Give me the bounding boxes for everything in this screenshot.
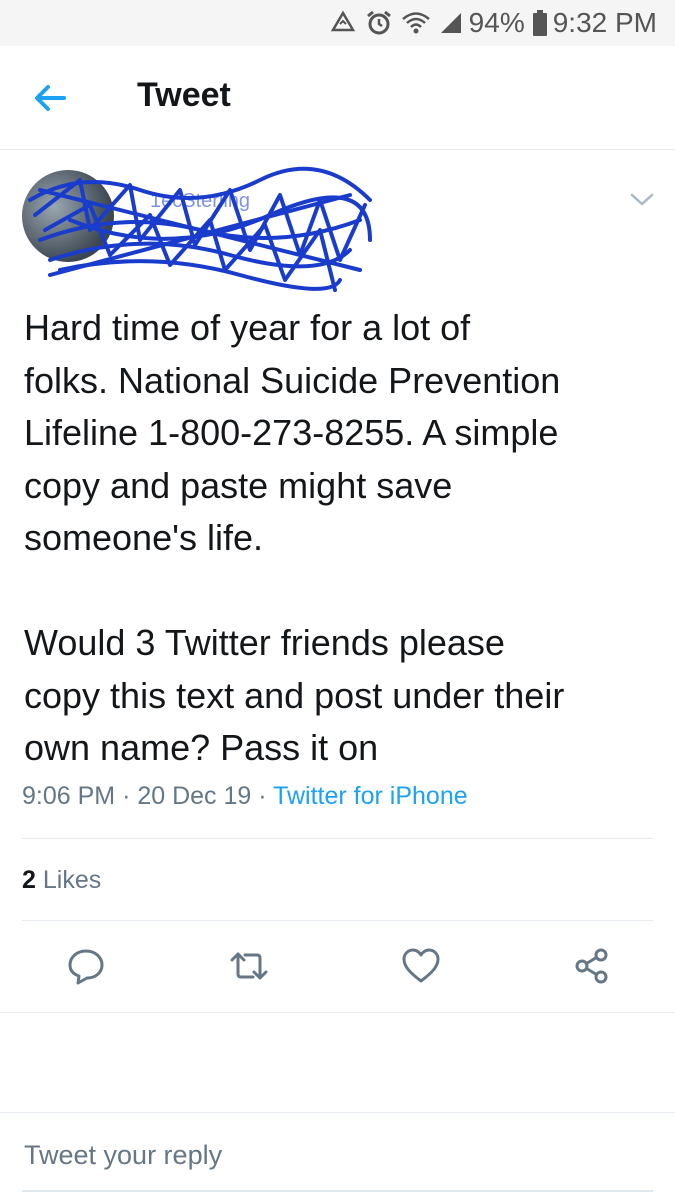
header: Tweet	[0, 46, 675, 150]
back-arrow-icon[interactable]	[30, 78, 70, 118]
battery-icon	[532, 10, 547, 36]
tweet-source-link[interactable]: Twitter for iPhone	[273, 782, 468, 810]
tweet-date: 20 Dec 19	[137, 782, 252, 810]
likes-stat[interactable]: 2 Likes	[22, 866, 101, 895]
meta-separator: ·	[258, 782, 267, 810]
wifi-icon	[401, 10, 431, 36]
divider	[0, 1012, 675, 1013]
reply-input-underline	[22, 1190, 653, 1192]
redaction-scribble	[28, 166, 372, 292]
page-title: Tweet	[137, 76, 231, 114]
like-heart-icon[interactable]	[401, 946, 441, 986]
battery-percent: 94%	[468, 7, 525, 38]
alarm-icon	[365, 9, 393, 37]
tweet-meta: 9:06 PM · 20 Dec 19 · Twitter for iPhone	[22, 782, 468, 811]
meta-separator: ·	[122, 782, 131, 810]
reply-icon[interactable]	[66, 946, 106, 986]
chevron-down-icon[interactable]	[629, 190, 655, 210]
likes-label: Likes	[42, 866, 102, 894]
tweet-time: 9:06 PM	[22, 782, 116, 810]
retweet-icon[interactable]	[229, 946, 269, 986]
clock: 9:32 PM	[552, 7, 657, 38]
reply-input[interactable]: Tweet your reply	[24, 1140, 222, 1171]
divider	[22, 838, 653, 839]
divider	[22, 920, 653, 921]
likes-count: 2	[22, 866, 36, 894]
signal-icon	[439, 11, 463, 35]
recycle-icon	[329, 10, 357, 36]
share-icon[interactable]	[572, 946, 612, 986]
tweet-text: Hard time of year for a lot of folks. Na…	[24, 307, 565, 768]
status-bar: 94% 9:32 PM	[0, 0, 675, 46]
divider	[0, 1112, 675, 1113]
